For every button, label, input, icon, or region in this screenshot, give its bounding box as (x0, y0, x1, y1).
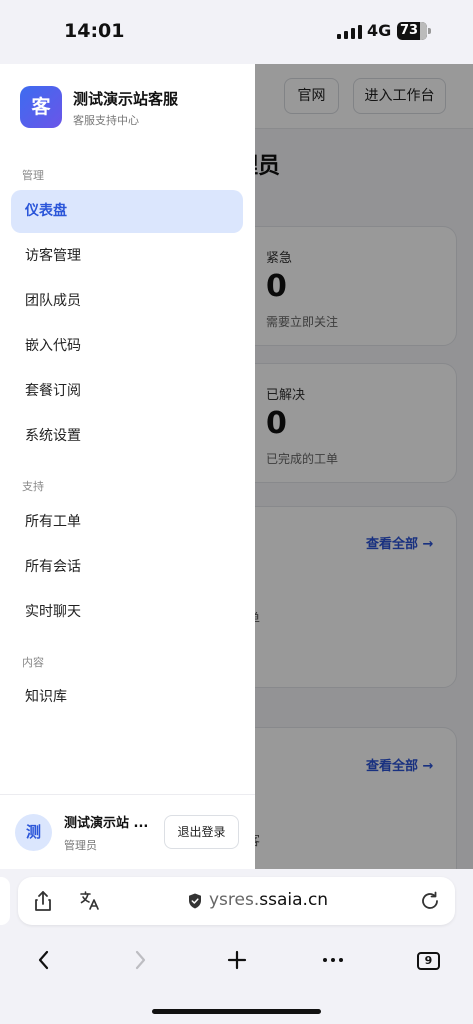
section-label-content: 内容 (22, 656, 44, 669)
plus-icon (227, 950, 247, 970)
url-text[interactable]: ysres.ssaia.cn (209, 890, 328, 910)
battery-icon: 73 (397, 22, 431, 40)
battery-level: 73 (400, 23, 419, 38)
back-button[interactable] (29, 945, 59, 975)
share-icon[interactable] (31, 889, 55, 913)
translate-icon[interactable] (78, 889, 102, 913)
chevron-right-icon (135, 950, 146, 970)
nav-item-embed-code[interactable]: 嵌入代码 (11, 325, 243, 368)
network-type: 4G (367, 21, 392, 40)
nav-item-subscription[interactable]: 套餐订阅 (11, 370, 243, 413)
nav-item-all-sessions[interactable]: 所有会话 (11, 546, 243, 589)
url-subdomain: ysres. (209, 890, 260, 910)
new-tab-button[interactable] (222, 945, 252, 975)
tabs-button[interactable]: 9 (417, 952, 440, 970)
secure-shield-icon (189, 893, 201, 909)
avatar: 测 (15, 814, 52, 851)
logout-button[interactable]: 退出登录 (164, 815, 239, 849)
user-role: 管理员 (64, 839, 97, 852)
nav-item-all-tickets[interactable]: 所有工单 (11, 501, 243, 544)
forward-button[interactable] (125, 945, 155, 975)
home-indicator[interactable] (152, 1009, 321, 1014)
status-bar: 14:01 4G 73 (0, 0, 473, 64)
reload-icon[interactable] (418, 889, 442, 913)
url-domain: ssaia.cn (259, 890, 329, 910)
app-name: 测试演示站客服 (73, 90, 179, 108)
browser-toolbar: ysres.ssaia.cn 9 (0, 869, 473, 1024)
nav-item-visitors[interactable]: 访客管理 (11, 235, 243, 278)
nav-item-live-chat[interactable]: 实时聊天 (11, 591, 243, 634)
chevron-left-icon (38, 950, 49, 970)
nav-item-settings[interactable]: 系统设置 (11, 415, 243, 458)
nav-item-knowledge-base[interactable]: 知识库 (11, 676, 243, 719)
address-bar[interactable]: ysres.ssaia.cn (18, 877, 455, 925)
previous-tab-peek[interactable] (0, 877, 10, 925)
nav-item-dashboard[interactable]: 仪表盘 (11, 190, 243, 233)
more-icon (323, 958, 343, 962)
drawer-footer: 测 测试演示站 ... 管理员 退出登录 (0, 794, 255, 869)
nav-item-team[interactable]: 团队成员 (11, 280, 243, 323)
app-logo: 客 (20, 86, 62, 128)
signal-icon (337, 25, 362, 39)
status-time: 14:01 (64, 20, 125, 42)
app-subtitle: 客服支持中心 (73, 114, 139, 127)
section-label-manage: 管理 (22, 169, 44, 182)
more-button[interactable] (318, 945, 348, 975)
user-name: 测试演示站 ... (64, 816, 149, 831)
nav-drawer: 客 测试演示站客服 客服支持中心 管理 仪表盘 访客管理 团队成员 嵌入代码 套… (0, 64, 255, 869)
section-label-support: 支持 (22, 480, 44, 493)
